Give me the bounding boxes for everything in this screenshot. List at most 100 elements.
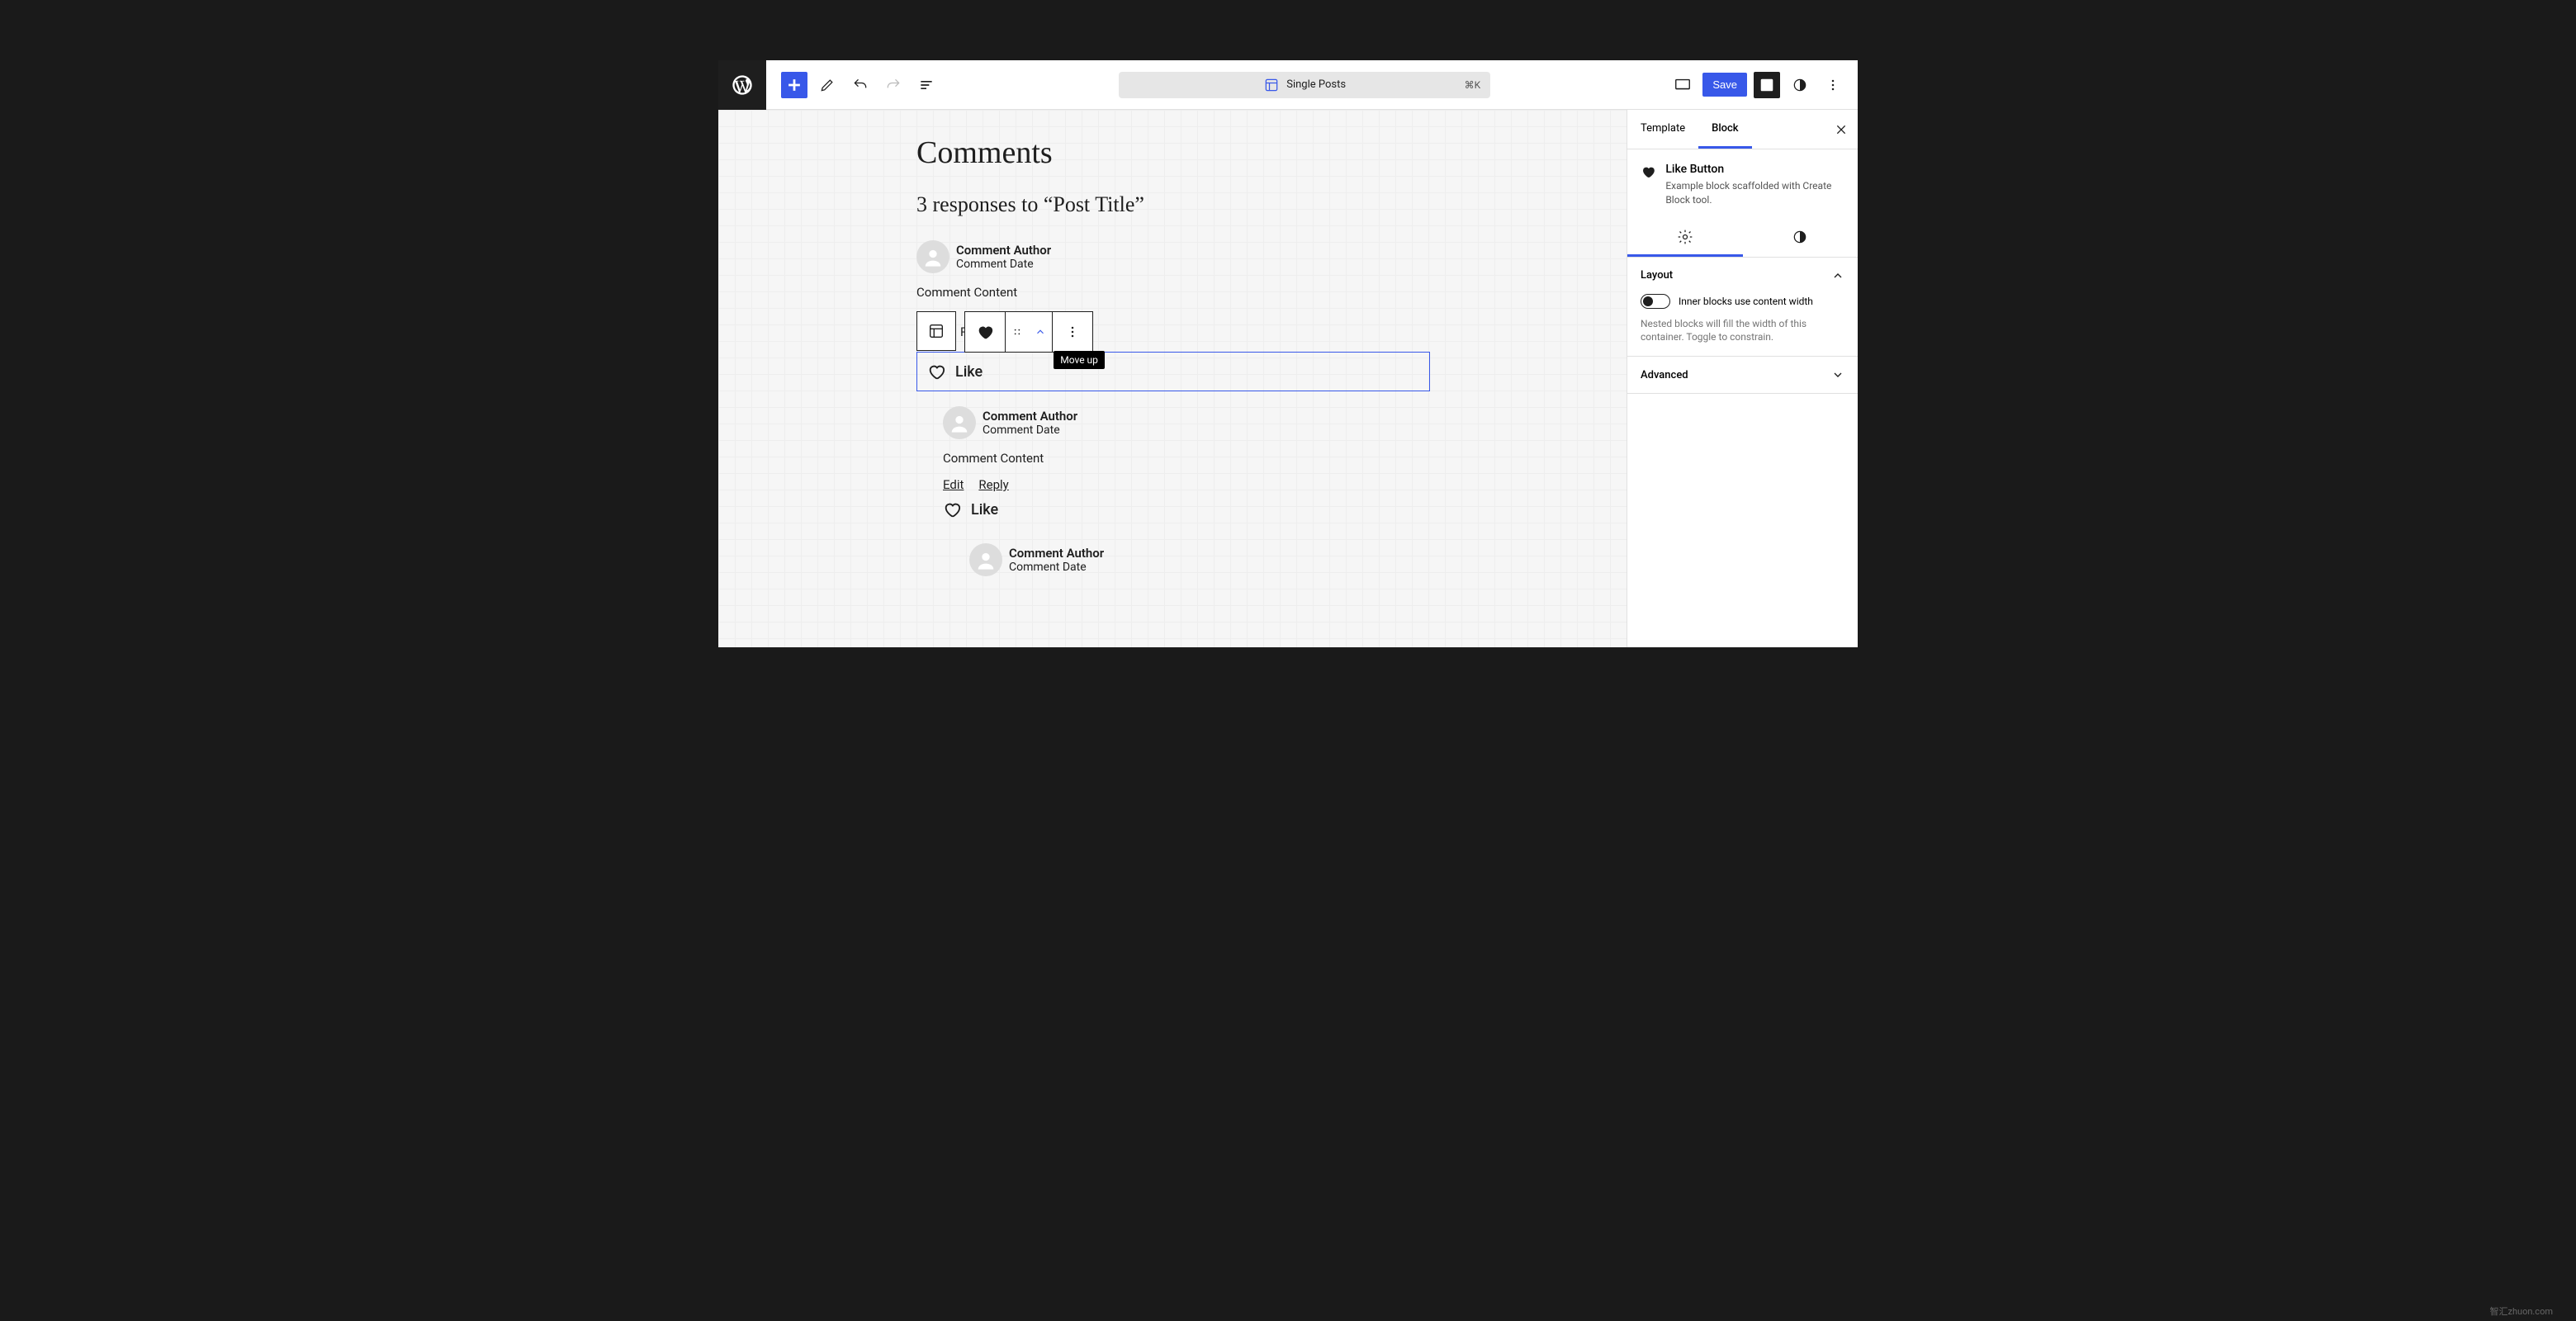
gear-icon [1677,229,1693,245]
avatar [943,406,976,439]
block-options-button[interactable] [1053,312,1092,352]
save-button[interactable]: Save [1702,73,1747,97]
avatar [916,240,949,273]
redo-button[interactable] [880,72,907,98]
comment-actions: Edit Reply [943,477,1428,492]
add-block-button[interactable] [781,72,807,98]
settings-sidebar-button[interactable] [1754,72,1780,98]
panel-advanced-header[interactable]: Advanced [1641,368,1844,381]
toolbar-left-group [766,72,940,98]
settings-sidebar: Template Block Like Button Example block… [1627,110,1858,647]
comment-date: Comment Date [956,258,1051,271]
sidebar-icon [1759,77,1775,93]
chevron-up-icon [1035,326,1046,338]
panel-advanced-title: Advanced [1641,369,1688,381]
comment-item: Comment Author Comment Date [969,543,1428,576]
sidebar-tabs: Template Block [1627,110,1858,149]
subtab-styles[interactable] [1743,220,1859,257]
edit-tool-button[interactable] [814,72,841,98]
panel-layout-header[interactable]: Layout [1641,269,1844,282]
editor-body: Comments 3 responses to “Post Title” Com… [718,110,1858,647]
comment-content: Comment Content [943,451,1428,466]
comment-date: Comment Date [1009,561,1104,574]
block-toolbar [964,311,1093,353]
person-icon [974,548,997,571]
chevron-down-icon [1831,368,1844,381]
block-card-description: Example block scaffolded with Create Blo… [1665,179,1844,207]
options-button[interactable] [1820,72,1846,98]
list-view-button[interactable] [913,72,940,98]
heart-icon [976,323,994,341]
view-desktop-button[interactable] [1669,72,1696,98]
block-type-button[interactable] [965,312,1005,352]
editor-window: Single Posts ⌘K Save Comments 3 response… [718,60,1858,647]
tab-template[interactable]: Template [1627,110,1698,149]
more-vertical-icon [1825,77,1841,93]
subtab-settings[interactable] [1627,220,1743,257]
toolbar-center: Single Posts ⌘K [940,72,1669,98]
close-icon [1835,123,1848,136]
heart-icon [1641,163,1655,181]
move-up-button[interactable] [1029,312,1052,352]
comment-item: Comment Author Comment Date Comment Cont… [916,240,1428,391]
block-card-title: Like Button [1665,163,1844,176]
wordpress-logo[interactable] [718,60,766,110]
like-block-selected[interactable]: Like [916,352,1430,391]
layout-icon [1263,77,1280,93]
document-shortcut: ⌘K [1465,79,1481,91]
list-view-icon [918,77,935,93]
comment-author: Comment Author [983,409,1077,424]
reply-link[interactable]: Reply [978,477,1008,492]
comment-author: Comment Author [956,243,1051,258]
drag-handle[interactable] [1006,312,1029,352]
like-label: Like [971,501,998,518]
layout-icon [927,322,945,340]
comment-content: Comment Content [916,285,1428,300]
top-toolbar: Single Posts ⌘K Save [718,60,1858,110]
toggle-label: Inner blocks use content width [1679,296,1813,307]
select-parent-button[interactable] [916,311,956,351]
styles-button[interactable] [1787,72,1813,98]
content-width-toggle[interactable] [1641,294,1670,309]
comment-author: Comment Author [1009,546,1104,561]
comments-heading: Comments [916,135,1428,171]
watermark: 智汇zhuon.com [2489,1304,2553,1318]
plus-icon [785,76,803,94]
editor-canvas[interactable]: Comments 3 responses to “Post Title” Com… [718,110,1627,647]
tooltip: Move up [1054,351,1105,369]
pencil-icon [819,77,836,93]
panel-layout-title: Layout [1641,269,1673,282]
document-title: Single Posts [1286,78,1346,91]
tab-block[interactable]: Block [1698,110,1751,149]
comment-date: Comment Date [983,424,1077,437]
drag-icon [1011,326,1023,338]
edit-link[interactable]: Edit [943,477,964,492]
heart-outline-icon [943,500,961,518]
person-icon [948,411,971,434]
like-block[interactable]: Like [943,500,1428,533]
undo-button[interactable] [847,72,874,98]
panel-layout: Layout Inner blocks use content width Ne… [1627,258,1858,357]
person-icon [921,245,945,268]
like-label: Like [955,363,983,381]
avatar [969,543,1002,576]
redo-icon [885,77,902,93]
heart-outline-icon [927,362,945,381]
undo-icon [852,77,869,93]
comment-header: Comment Author Comment Date [943,406,1428,439]
wordpress-icon [731,73,754,97]
document-bar[interactable]: Single Posts ⌘K [1119,72,1490,98]
toolbar-right-group: Save [1669,72,1858,98]
block-card: Like Button Example block scaffolded wit… [1627,149,1858,220]
close-sidebar-button[interactable] [1831,120,1851,140]
block-toolbar-row: R [916,311,1428,352]
toggle-knob [1643,296,1653,306]
comment-header: Comment Author Comment Date [969,543,1428,576]
sidebar-subtabs [1627,220,1858,258]
more-vertical-icon [1064,324,1081,340]
styles-icon [1792,77,1808,93]
styles-icon [1792,229,1808,245]
desktop-icon [1674,76,1692,94]
comment-header: Comment Author Comment Date [916,240,1428,273]
comment-item: Comment Author Comment Date Comment Cont… [943,406,1428,533]
